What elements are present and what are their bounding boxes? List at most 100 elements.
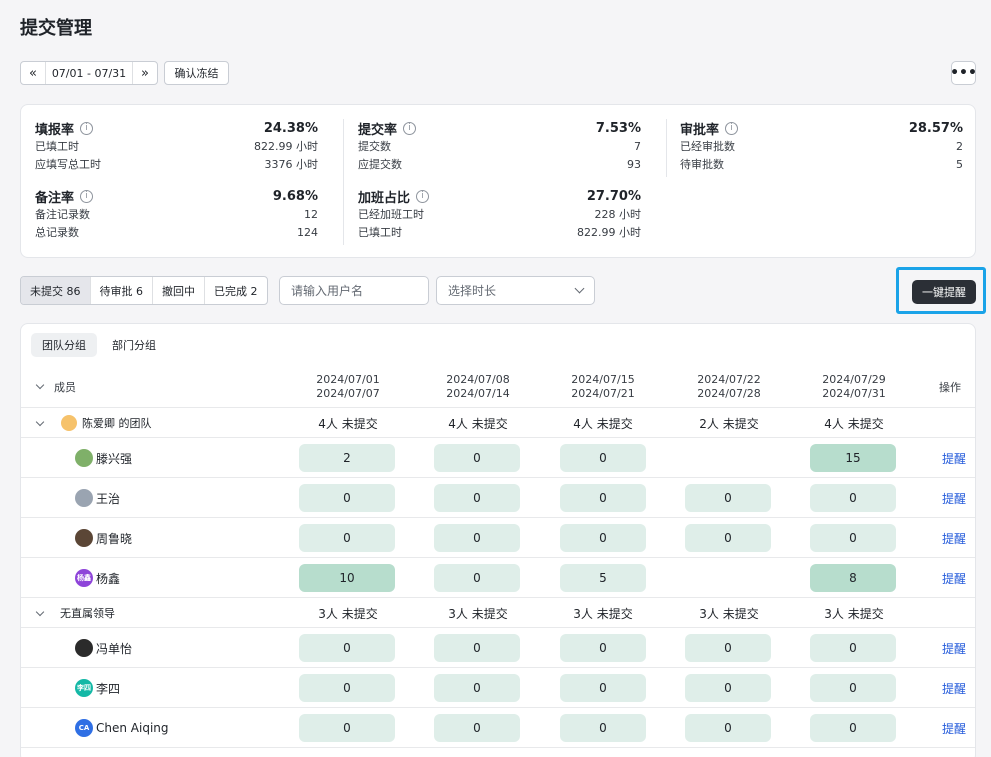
week-hours-cell[interactable]: 0 <box>299 484 395 512</box>
collapse-all-icon[interactable] <box>34 380 46 392</box>
week-hours-cell[interactable]: 0 <box>685 674 771 702</box>
stat-row-value: 124 <box>297 225 318 239</box>
tab-team-group[interactable]: 团队分组 <box>31 333 97 357</box>
status-tab-completed[interactable]: 已完成 2 <box>205 277 267 304</box>
status-tab-unsubmitted[interactable]: 未提交 86 <box>21 277 91 304</box>
week-hours-cell[interactable]: 0 <box>434 714 520 742</box>
week-hours-cell[interactable]: 15 <box>810 444 896 472</box>
username-search-input[interactable] <box>279 276 429 305</box>
member-name: 李四 <box>96 681 121 696</box>
week-hours-cell[interactable]: 0 <box>810 674 896 702</box>
stat-row-value: 822.99 小时 <box>254 140 318 153</box>
week-hours-cell[interactable]: 8 <box>810 564 896 592</box>
prev-period-icon[interactable]: « <box>21 62 45 84</box>
week-hours-cell[interactable]: 0 <box>685 484 771 512</box>
info-icon[interactable]: i <box>80 121 94 135</box>
group-week-summary: 4人 未提交 <box>573 416 633 431</box>
week-hours-cell[interactable]: 0 <box>299 674 395 702</box>
member-name: 杨鑫 <box>96 571 121 586</box>
week-hours-cell[interactable]: 0 <box>434 524 520 552</box>
group-collapse-icon[interactable] <box>35 607 45 619</box>
week-hours-cell[interactable]: 0 <box>299 714 395 742</box>
avatar <box>75 529 93 547</box>
week-hours-cell[interactable]: 0 <box>810 484 896 512</box>
remind-link[interactable]: 提醒 <box>942 570 966 587</box>
week-start: 2024/07/01 <box>316 373 380 386</box>
next-period-icon[interactable]: » <box>133 62 157 84</box>
week-hours-cell[interactable]: 0 <box>560 444 646 472</box>
week-hours-cell[interactable]: 0 <box>434 564 520 592</box>
stat-row-value: 5 <box>956 157 963 171</box>
submission-table: 团队分组 部门分组 成员 2024/07/01 2024/07/07 2024/07/… <box>20 323 976 757</box>
week-hours-cell[interactable]: 0 <box>810 714 896 742</box>
stat-row-label: 待审批数 <box>680 158 724 171</box>
week-hours-cell[interactable]: 0 <box>299 634 395 662</box>
remind-link[interactable]: 提醒 <box>942 720 966 737</box>
week-hours-cell[interactable]: 0 <box>685 524 771 552</box>
member-name: 王治 <box>96 491 121 506</box>
week-column-header: 2024/07/08 2024/07/14 <box>428 373 528 401</box>
avatar: 李四 <box>75 679 93 697</box>
status-tab-pending[interactable]: 待审批 6 <box>91 277 153 304</box>
info-icon[interactable]: i <box>416 189 430 203</box>
stat-row-label: 应提交数 <box>358 158 402 171</box>
stat-row-value: 7 <box>634 139 641 153</box>
stat-value: 27.70% <box>586 188 641 204</box>
week-column-header: 2024/07/29 2024/07/31 <box>804 373 904 401</box>
week-hours-cell[interactable]: 0 <box>560 484 646 512</box>
status-tab-withdrawing[interactable]: 撤回中 <box>153 277 205 304</box>
table-row: 周鲁晓 0 0 0 0 0 提醒 <box>21 518 975 558</box>
week-hours-cell[interactable]: 0 <box>685 714 771 742</box>
week-hours-cell[interactable]: 0 <box>434 634 520 662</box>
chevron-down-icon <box>574 283 585 294</box>
week-column-header: 2024/07/15 2024/07/21 <box>553 373 653 401</box>
week-hours-cell[interactable]: 0 <box>560 524 646 552</box>
week-hours-cell[interactable]: 0 <box>560 714 646 742</box>
remind-link[interactable]: 提醒 <box>942 640 966 657</box>
table-row: 杨鑫 杨鑫 10 0 5 8 提醒 <box>21 558 975 598</box>
table-row: 冯单怡 0 0 0 0 0 提醒 <box>21 628 975 668</box>
week-hours-cell[interactable]: 0 <box>299 524 395 552</box>
info-icon[interactable]: i <box>80 189 94 203</box>
remind-link[interactable]: 提醒 <box>942 530 966 547</box>
member-name: 冯单怡 <box>96 641 133 656</box>
week-hours-cell[interactable]: 0 <box>560 634 646 662</box>
group-row: 陈爱卿 的团队 4人 未提交 4人 未提交 4人 未提交 2人 未提交 4人 未提交 <box>21 408 975 438</box>
avatar <box>75 489 93 507</box>
week-hours-cell[interactable]: 0 <box>685 634 771 662</box>
member-column-header: 成员 <box>54 381 76 394</box>
remind-link[interactable]: 提醒 <box>942 450 966 467</box>
group-name-text: 陈爱卿 的团队 <box>82 417 152 430</box>
stat-row-label: 已经加班工时 <box>358 208 424 221</box>
week-hours-cell[interactable]: 2 <box>299 444 395 472</box>
info-icon[interactable]: i <box>725 121 739 135</box>
member-name: Chen Aiqing <box>96 721 169 735</box>
stat-row-label: 应填写总工时 <box>35 158 101 171</box>
member-name-cell: 冯单怡 <box>75 639 132 657</box>
week-hours-cell[interactable]: 0 <box>434 444 520 472</box>
stat-value: 9.68% <box>272 188 318 204</box>
tab-dept-group[interactable]: 部门分组 <box>101 333 167 357</box>
member-name: 周鲁晓 <box>96 531 133 546</box>
week-hours-cell[interactable]: 0 <box>434 484 520 512</box>
table-row: 李四 李四 0 0 0 0 0 提醒 <box>21 668 975 708</box>
info-icon[interactable]: i <box>403 121 417 135</box>
week-hours-cell[interactable]: 5 <box>560 564 646 592</box>
week-hours-cell[interactable]: 10 <box>299 564 395 592</box>
week-hours-cell[interactable]: 0 <box>810 634 896 662</box>
more-options-icon[interactable]: ••• <box>950 61 977 85</box>
group-name-text: 无直属领导 <box>60 607 115 620</box>
remind-all-button[interactable]: 一键提醒 <box>912 280 976 304</box>
table-row: 王治 0 0 0 0 0 提醒 <box>21 478 975 518</box>
stat-label: 加班占比 <box>358 190 411 206</box>
remind-link[interactable]: 提醒 <box>942 490 966 507</box>
remind-link[interactable]: 提醒 <box>942 680 966 697</box>
confirm-freeze-button[interactable]: 确认冻结 <box>164 61 229 85</box>
duration-select[interactable]: 选择时长 <box>436 276 595 305</box>
stat-row-label: 已填工时 <box>358 226 402 239</box>
week-hours-cell[interactable]: 0 <box>810 524 896 552</box>
week-hours-cell[interactable]: 0 <box>560 674 646 702</box>
date-range-label[interactable]: 07/01 - 07/31 <box>45 62 133 84</box>
group-collapse-icon[interactable] <box>35 417 45 429</box>
week-hours-cell[interactable]: 0 <box>434 674 520 702</box>
